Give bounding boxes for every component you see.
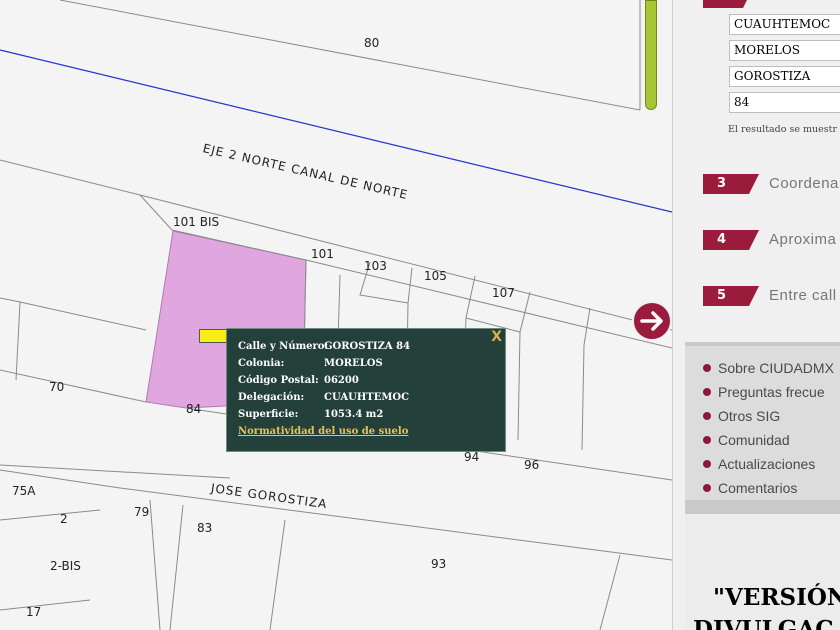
lot-number: 101: [311, 247, 334, 261]
bullet-icon: [703, 412, 711, 421]
popup-row-postal-code: Código Postal: 06200: [238, 375, 359, 386]
lot-number: 96: [524, 458, 540, 472]
popup-row-colonia: Colonia: MORELOS: [238, 358, 383, 369]
lot-number: 79: [134, 505, 150, 519]
delegacion-field[interactable]: CUAUHTEMOC: [729, 14, 840, 35]
bullet-icon: [703, 388, 711, 397]
step-3-coordinates[interactable]: 3 Coordena: [703, 174, 840, 194]
popup-value: 1053.4 m2: [324, 409, 384, 420]
bullet-icon: [703, 436, 711, 445]
step-number: 4: [703, 230, 759, 250]
street-axis-line: [0, 49, 672, 213]
step-label: Coordena: [769, 175, 839, 192]
info-links: Sobre CIUDADMX Preguntas frecue Otros SI…: [685, 342, 840, 500]
bullet-icon: [703, 364, 711, 373]
step-2-badge: [703, 0, 747, 8]
link-updates[interactable]: Actualizaciones: [703, 456, 815, 472]
step-label: Entre call: [769, 287, 837, 304]
popup-value: GOROSTIZA 84: [324, 341, 411, 352]
popup-key: Superficie:: [238, 409, 299, 420]
lot-number: 84: [186, 402, 202, 416]
map-canvas[interactable]: [0, 0, 672, 630]
arrow-right-icon: [640, 311, 663, 331]
popup-row-superficie: Superficie: 1053.4 m2: [238, 409, 383, 420]
step-number: 3: [703, 174, 759, 194]
divider: [685, 500, 840, 514]
popup-key: Calle y Número:: [238, 341, 329, 352]
location-marker[interactable]: [199, 329, 227, 343]
step-number: 5: [703, 286, 759, 306]
popup-key: Delegación:: [238, 392, 305, 403]
street-field[interactable]: GOROSTIZA: [729, 66, 840, 87]
search-panel: CUAUHTEMOC MORELOS GOROSTIZA 84 El resul…: [672, 0, 840, 630]
version-banner: "VERSIÓN: [713, 584, 840, 611]
lot-number: 2-BIS: [50, 559, 81, 573]
lot-number: 94: [464, 450, 480, 464]
colonia-field[interactable]: MORELOS: [729, 40, 840, 61]
lot-number: 2: [60, 512, 68, 526]
lot-number: 80: [364, 36, 380, 50]
popup-value: MORELOS: [324, 358, 383, 369]
popup-row-delegacion: Delegación: CUAUHTEMOC: [238, 392, 409, 403]
lot-number: 75A: [12, 484, 36, 498]
lot-number: 101 BIS: [173, 215, 220, 229]
lot-number: 83: [197, 521, 213, 535]
popup-value: CUAUHTEMOC: [324, 392, 410, 403]
lot-number: 17: [26, 605, 42, 619]
parcel-info-popup: X Calle y Número:GOROSTIZA 84 Colonia: MO…: [226, 328, 506, 452]
parcel-lines: [0, 0, 672, 630]
lot-number: 107: [492, 286, 515, 300]
map-view[interactable]: 80 101 BIS 101 103 105 107 70 84 82 94 9…: [0, 0, 672, 630]
popup-row-address: Calle y Número:GOROSTIZA 84: [238, 341, 410, 352]
lot-number: 70: [49, 380, 65, 394]
lot-number: 103: [364, 259, 387, 273]
result-note: El resultado se muestr: [728, 124, 837, 135]
bullet-icon: [703, 460, 711, 469]
panel-bottom: [685, 514, 840, 630]
lot-number: 105: [424, 269, 447, 283]
step-label: Aproxima: [769, 231, 837, 248]
popup-value: 06200: [324, 375, 359, 386]
lot-number: 93: [431, 557, 447, 571]
number-field[interactable]: 84: [729, 92, 840, 113]
popup-key: Colonia:: [238, 358, 285, 369]
close-icon[interactable]: X: [491, 329, 502, 345]
step-4-approximate[interactable]: 4 Aproxima: [703, 230, 840, 250]
link-faq[interactable]: Preguntas frecue: [703, 384, 825, 400]
link-comments[interactable]: Comentarios: [703, 480, 797, 496]
link-other-sig[interactable]: Otros SIG: [703, 408, 780, 424]
disclosure-banner: DIVULGAC: [693, 616, 834, 630]
popup-key: Código Postal:: [238, 375, 319, 386]
step-5-between-streets[interactable]: 5 Entre call: [703, 286, 840, 306]
map-scroll-handle[interactable]: [645, 0, 657, 110]
link-about[interactable]: Sobre CIUDADMX: [703, 360, 834, 376]
bullet-icon: [703, 484, 711, 493]
land-use-link[interactable]: Normatividad del uso de suelo: [238, 426, 408, 437]
link-community[interactable]: Comunidad: [703, 432, 790, 448]
next-button[interactable]: [632, 301, 672, 341]
